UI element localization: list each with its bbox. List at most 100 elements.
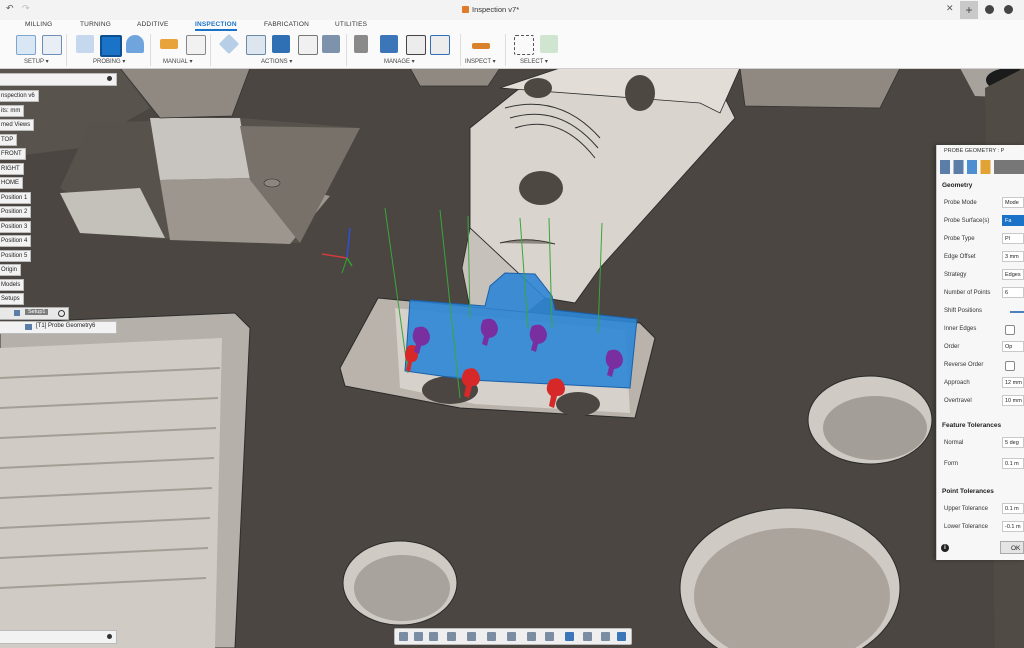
browser-models[interactable]: Models — [0, 279, 25, 291]
comments-bar[interactable] — [0, 630, 117, 644]
group-setup[interactable]: SETUP ▾ — [24, 58, 49, 65]
redo-icon[interactable]: ↷ — [22, 3, 30, 14]
post-process-icon[interactable] — [380, 35, 398, 53]
group-manual[interactable]: MANUAL ▾ — [163, 58, 192, 65]
group-manage[interactable]: MANAGE ▾ — [384, 58, 415, 65]
probe-surfaces-button[interactable]: Fa — [1002, 215, 1024, 226]
group-select[interactable]: SELECT ▾ — [520, 58, 548, 65]
surface-inspection-icon[interactable] — [126, 35, 144, 53]
zoom-icon[interactable] — [429, 632, 438, 641]
3d-viewport[interactable] — [0, 68, 1024, 648]
probe-mode-select[interactable]: Mode — [1002, 197, 1024, 208]
group-actions[interactable]: ACTIONS ▾ — [261, 58, 292, 65]
action-icon-2[interactable] — [246, 35, 266, 55]
manual-measure-icon[interactable] — [160, 39, 178, 49]
inner-edges-checkbox[interactable] — [1005, 325, 1015, 335]
divider — [210, 34, 211, 66]
view-position-5[interactable]: Position 5 — [0, 250, 32, 262]
number-of-points-label: Number of Points — [944, 290, 991, 296]
nc-program-icon[interactable] — [406, 35, 426, 55]
section-feature-tolerances[interactable]: Feature Tolerances — [942, 422, 1001, 429]
manual-inspection-icon[interactable] — [186, 35, 206, 55]
simulation-icon[interactable] — [527, 632, 536, 641]
grid-icon[interactable] — [487, 632, 496, 641]
tab-turning[interactable]: TURNING — [80, 21, 111, 28]
setup-sheet-icon[interactable] — [42, 35, 62, 55]
browser-setups[interactable]: Setups — [0, 293, 24, 305]
tab-additive[interactable]: ADDITIVE — [137, 21, 169, 28]
orbit-icon[interactable] — [399, 632, 408, 641]
tab-fabrication[interactable]: FABRICATION — [264, 21, 309, 28]
overtravel-field[interactable]: 10 mm — [1002, 395, 1024, 406]
action-icon-3[interactable] — [272, 35, 290, 53]
view-top[interactable]: TOP — [0, 134, 18, 146]
stock-display-icon[interactable] — [583, 632, 592, 641]
help-icon[interactable] — [1004, 5, 1013, 14]
approach-field[interactable]: 12 mm — [1002, 377, 1024, 388]
shift-positions-slider[interactable] — [1010, 311, 1024, 313]
group-inspect[interactable]: INSPECT ▾ — [465, 58, 496, 65]
edge-offset-field[interactable]: 3 mm — [1002, 251, 1024, 262]
probe-wcs-icon[interactable] — [76, 35, 94, 53]
viewports-icon[interactable] — [507, 632, 516, 641]
measure-icon[interactable] — [472, 43, 490, 49]
view-position-1[interactable]: Position 1 — [0, 192, 32, 204]
select-filter-icon[interactable] — [540, 35, 558, 53]
comments-collapse-icon[interactable] — [107, 634, 112, 639]
panel-tab-icons[interactable] — [940, 160, 1024, 174]
extensions-icon[interactable] — [985, 5, 994, 14]
select-icon[interactable] — [514, 35, 534, 55]
browser-root[interactable]: nspection v6 — [0, 90, 39, 102]
probe-type-select[interactable]: Pl — [1002, 233, 1024, 244]
setup-toggle-icon[interactable] — [58, 310, 65, 317]
view-home[interactable]: HOME — [0, 177, 23, 189]
normal-field[interactable]: 5 deg — [1002, 437, 1024, 448]
view-position-2[interactable]: Position 2 — [0, 206, 32, 218]
tab-utilities[interactable]: UTILITIES — [335, 21, 367, 28]
title-bar: ↶ ↷ Inspection v7* ✕ + — [0, 0, 1024, 21]
view-position-4[interactable]: Position 4 — [0, 235, 32, 247]
section-point-tolerances[interactable]: Point Tolerances — [942, 488, 994, 495]
upper-tolerance-field[interactable]: 0.1 m — [1002, 503, 1024, 514]
tab-inspection[interactable]: INSPECTION — [195, 21, 237, 31]
action-icon-4[interactable] — [298, 35, 318, 55]
close-tab-icon[interactable]: ✕ — [946, 3, 954, 14]
browser-collapse-icon[interactable] — [107, 76, 112, 81]
action-icon-5[interactable] — [322, 35, 340, 53]
browser-origin[interactable]: Origin — [0, 264, 22, 276]
display-settings-icon[interactable] — [467, 632, 476, 641]
browser-units[interactable]: its: mm — [0, 105, 25, 117]
view-right[interactable]: RIGHT — [0, 163, 24, 175]
action-icon-1[interactable] — [218, 33, 240, 55]
setup-icon[interactable] — [16, 35, 36, 55]
order-select[interactable]: Op — [1002, 341, 1024, 352]
fit-icon[interactable] — [447, 632, 456, 641]
view-front[interactable]: FRONT — [0, 148, 26, 160]
new-tab-icon[interactable]: + — [960, 1, 978, 19]
setup-row[interactable]: Setup1 — [0, 307, 69, 320]
view-position-3[interactable]: Position 3 — [0, 221, 32, 233]
probe-geometry-item[interactable]: [T1] Probe Geometry6 — [0, 321, 117, 334]
group-probing[interactable]: PROBING ▾ — [93, 58, 125, 65]
report-icon[interactable] — [430, 35, 450, 55]
strategy-select[interactable]: Edges — [1002, 269, 1024, 280]
tool-library-icon[interactable] — [354, 35, 368, 53]
lower-tolerance-label: Lower Tolerance — [944, 524, 988, 530]
toolpath-display-icon[interactable] — [565, 632, 574, 641]
tool-display-icon[interactable] — [601, 632, 610, 641]
browser-named-views[interactable]: med Views — [0, 119, 35, 131]
ok-button[interactable]: OK — [1000, 541, 1024, 554]
undo-icon[interactable]: ↶ — [6, 3, 14, 14]
refresh-icon[interactable] — [545, 632, 554, 641]
pan-icon[interactable] — [414, 632, 423, 641]
lower-tolerance-field[interactable]: -0.1 m — [1002, 521, 1024, 532]
more-display-icon[interactable] — [617, 632, 626, 641]
section-geometry[interactable]: Geometry — [942, 182, 972, 189]
info-icon[interactable]: i — [941, 544, 949, 552]
tab-milling[interactable]: MILLING — [25, 21, 52, 28]
reverse-order-checkbox[interactable] — [1005, 361, 1015, 371]
number-of-points-field[interactable]: 6 — [1002, 287, 1024, 298]
browser-header — [0, 73, 117, 86]
form-field[interactable]: 0.1 m — [1002, 458, 1024, 469]
probe-geometry-icon[interactable] — [100, 35, 122, 57]
